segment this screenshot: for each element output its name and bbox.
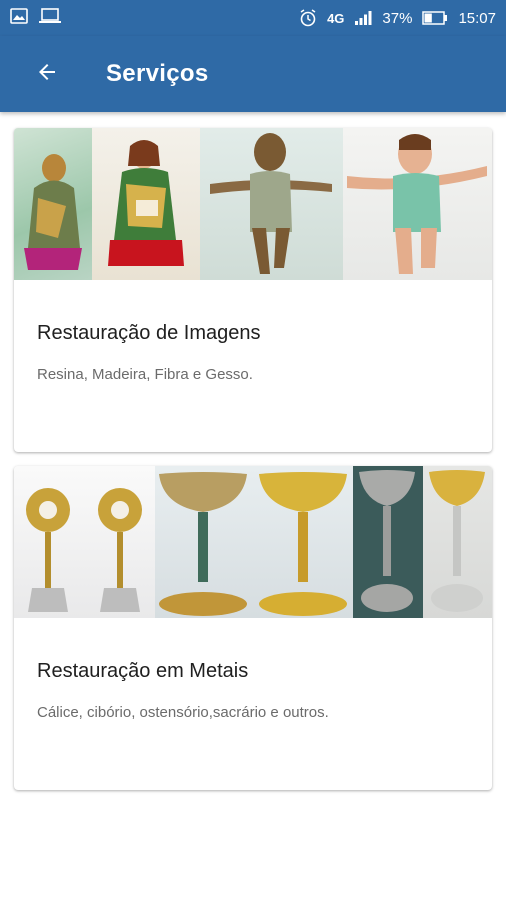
gold-chalice-photo xyxy=(155,466,353,618)
alarm-icon xyxy=(299,9,317,27)
back-button[interactable] xyxy=(22,49,72,99)
service-image-strip xyxy=(14,128,492,280)
child-jesus-wooden-photo xyxy=(200,128,343,280)
status-right: 4G 37% 15:07 xyxy=(299,9,496,27)
clock: 15:07 xyxy=(458,9,496,27)
service-title: Restauração de Imagens xyxy=(37,322,261,344)
service-subtitle: Cálice, cibório, ostensório,sacrário e o… xyxy=(37,704,329,721)
child-jesus-restored-photo xyxy=(343,128,492,280)
battery-percent: 37% xyxy=(382,9,413,27)
status-bar: 4G 37% 15:07 xyxy=(0,0,506,36)
laptop-notification-icon xyxy=(38,8,62,28)
service-title: Restauração em Metais xyxy=(37,660,249,682)
service-card-images[interactable]: Restauração de Imagens Resina, Madeira, … xyxy=(14,128,492,452)
gallery-notification-icon xyxy=(10,8,28,28)
page-title: Serviços xyxy=(106,60,209,87)
arrow-back-icon xyxy=(35,60,59,89)
app-bar: Serviços xyxy=(0,36,506,112)
network-type: 4G xyxy=(327,10,345,26)
monstrance-photo xyxy=(14,466,155,618)
service-subtitle: Resina, Madeira, Fibra e Gesso. xyxy=(37,366,253,383)
service-image-strip xyxy=(14,466,492,618)
service-card-metals[interactable]: Restauração em Metais Cálice, cibório, o… xyxy=(14,466,492,790)
signal-icon xyxy=(354,10,372,26)
battery-icon xyxy=(422,11,448,25)
silver-chalice-photo xyxy=(353,466,492,618)
status-left xyxy=(10,8,62,28)
madonna-statue-photo xyxy=(92,128,200,280)
saint-statue-photo xyxy=(14,128,92,280)
